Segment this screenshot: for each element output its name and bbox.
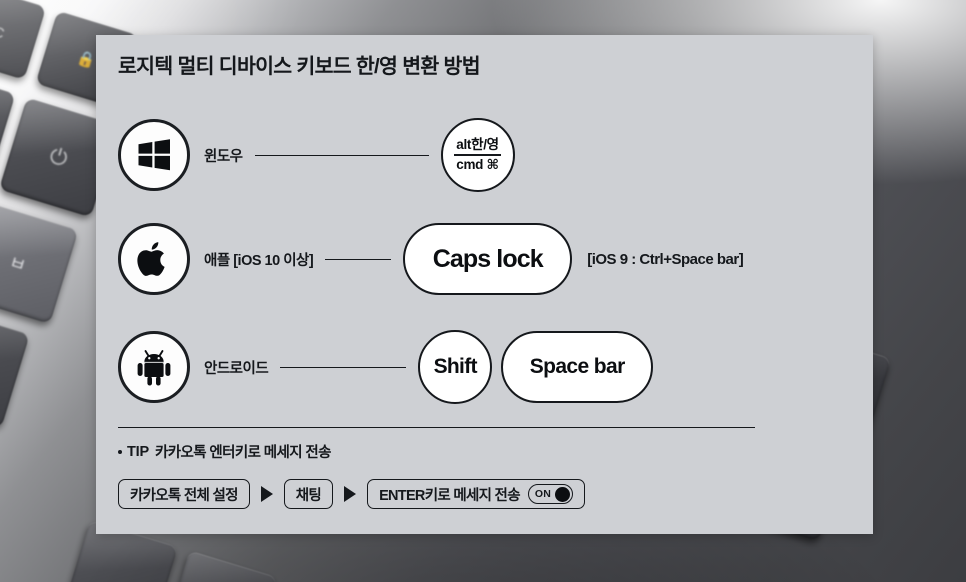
page-title: 로지텍 멀티 디바이스 키보드 한/영 변환 방법 <box>118 55 481 78</box>
os-label-windows: 윈도우 <box>204 148 243 165</box>
bg-key-v <box>163 550 278 582</box>
step-label-1: 카카오톡 전체 설정 <box>130 487 238 504</box>
key-label-alt: alt한/영 <box>456 136 499 152</box>
bg-key-s <box>0 306 30 429</box>
os-label-android: 안드로이드 <box>204 360 269 377</box>
screenshot-stage: SC 🔒 !1 ⏻ Qㅃ ㅂ Aㅁ 📷F8 <box>0 0 966 582</box>
step-button-kakao-settings[interactable]: 카카오톡 전체 설정 <box>118 479 250 509</box>
step-button-chat[interactable]: 채팅 <box>283 479 334 509</box>
note-ios9: [iOS 9 : Ctrl+Space bar] <box>587 250 744 268</box>
info-panel: 로지텍 멀티 디바이스 키보드 한/영 변환 방법 윈도우 alt한/영 cmd… <box>96 35 873 534</box>
windows-icon <box>118 119 190 191</box>
row-apple: 애플 [iOS 10 이상] Caps lock [iOS 9 : Ctrl+S… <box>118 223 744 295</box>
steps-flow: 카카오톡 전체 설정 채팅 ENTER키로 메세지 전송 ON <box>118 479 585 509</box>
bg-key-w: ㅂ <box>0 202 79 325</box>
toggle-knob <box>555 486 570 502</box>
connector-line-apple <box>325 258 392 260</box>
android-icon <box>118 331 190 403</box>
row-android: 안드로이드 Shift Space bar <box>118 330 654 404</box>
key-chip-shift[interactable]: Shift <box>418 330 493 404</box>
connector-line-windows <box>254 154 429 156</box>
key-label-shift: Shift <box>433 355 478 378</box>
toggle-label: ON <box>534 487 551 500</box>
key-divider <box>454 154 502 156</box>
row-windows: 윈도우 alt한/영 cmd ⌘ <box>118 118 515 192</box>
tip-keyword: TIP <box>127 443 149 460</box>
enter-send-toggle[interactable]: ON <box>527 484 573 504</box>
step-label-3: ENTER키로 메세지 전송 <box>379 487 520 504</box>
arrow-right-icon-1 <box>260 486 273 502</box>
os-label-apple: 애플 [iOS 10 이상] <box>204 252 314 269</box>
apple-icon <box>118 223 190 295</box>
key-label-caps-lock: Caps lock <box>432 244 544 273</box>
step-label-2: 채팅 <box>295 487 322 504</box>
tip-text: 카카오톡 엔터키로 메세지 전송 <box>154 445 332 461</box>
tip-line: TIP 카카오톡 엔터키로 메세지 전송 <box>118 441 331 462</box>
step-button-enter-send[interactable]: ENTER키로 메세지 전송 ON <box>367 479 585 509</box>
key-chip-space-bar[interactable]: Space bar <box>501 331 654 403</box>
key-label-space-bar: Space bar <box>529 355 626 378</box>
tip-bullet-icon <box>118 449 122 454</box>
section-divider <box>118 427 755 428</box>
arrow-right-icon-2 <box>344 486 357 502</box>
connector-line-android <box>280 366 407 368</box>
key-chip-alt-cmd[interactable]: alt한/영 cmd ⌘ <box>440 118 515 192</box>
key-label-cmd: cmd ⌘ <box>456 157 499 173</box>
key-chip-caps-lock[interactable]: Caps lock <box>403 223 573 295</box>
